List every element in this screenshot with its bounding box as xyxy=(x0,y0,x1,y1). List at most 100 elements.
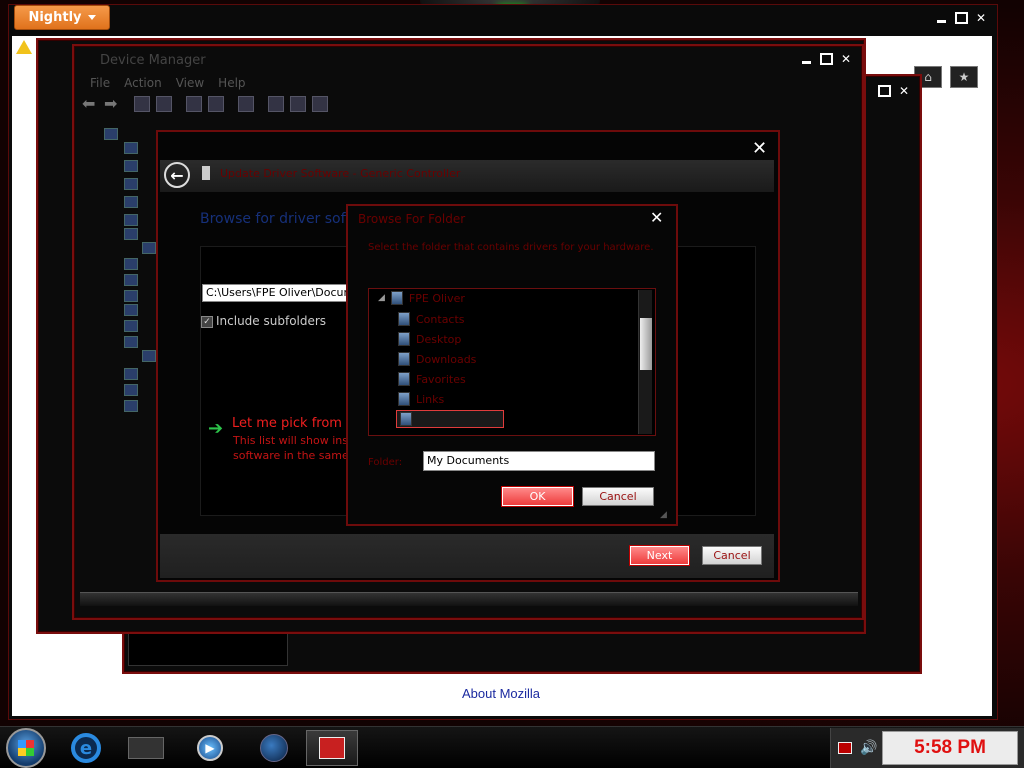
folder-item[interactable]: Links xyxy=(398,391,444,407)
help-icon[interactable] xyxy=(186,96,202,112)
tray-app-icon[interactable] xyxy=(838,742,852,754)
about-mozilla-link[interactable]: About Mozilla xyxy=(462,686,540,701)
taskbar-clock[interactable]: 5:58 PM xyxy=(882,731,1018,765)
volume-icon[interactable]: 🔊 xyxy=(860,740,877,756)
folder-item-label: Downloads xyxy=(416,352,477,366)
folder-item[interactable]: Downloads xyxy=(398,351,476,367)
computer-icon xyxy=(104,128,118,140)
let-me-pick-link[interactable]: Let me pick from xyxy=(232,416,342,431)
device-icon xyxy=(124,258,138,270)
wizard-heading: Browse for driver soft xyxy=(200,211,351,227)
folder-item-selected[interactable] xyxy=(396,410,504,428)
folder-item-label: Links xyxy=(416,392,445,406)
taskbar-internet-explorer[interactable]: e xyxy=(60,730,112,766)
next-button[interactable]: Next xyxy=(629,545,690,566)
cancel-button[interactable]: Cancel xyxy=(582,487,654,506)
folder-field-label: Folder: xyxy=(368,457,403,468)
maximize-icon[interactable] xyxy=(818,52,834,66)
nightly-menu-label: Nightly xyxy=(28,10,82,25)
enable-icon[interactable] xyxy=(312,96,328,112)
browser-toolbar-right: ⌂ ★ xyxy=(914,66,978,88)
folder-item-root[interactable]: ◢ FPE Oliver xyxy=(378,290,465,306)
forward-icon[interactable]: ➡ xyxy=(104,96,120,112)
background-window-controls: ✕ xyxy=(876,84,912,98)
close-icon[interactable]: ✕ xyxy=(650,208,663,227)
close-icon[interactable]: ✕ xyxy=(752,138,767,159)
user-folder-icon xyxy=(390,291,403,305)
device-icon xyxy=(124,178,138,190)
taskbar-explorer[interactable] xyxy=(120,730,172,766)
device-manager-toolbar: ⬅ ➡ xyxy=(82,96,328,112)
cancel-button[interactable]: Cancel xyxy=(702,546,762,565)
list-icon[interactable] xyxy=(156,96,172,112)
wizard-title: Update Driver Software - Generic Control… xyxy=(220,167,461,180)
device-icon xyxy=(202,166,210,180)
back-arrow-icon[interactable]: ← xyxy=(164,162,190,188)
browse-instruction: Select the folder that contains drivers … xyxy=(368,242,654,253)
folder-input[interactable]: My Documents xyxy=(423,451,655,471)
uninstall-icon[interactable] xyxy=(290,96,306,112)
taskbar-device-manager[interactable] xyxy=(306,730,358,766)
close-icon[interactable]: ✕ xyxy=(896,84,912,98)
globe-icon xyxy=(260,734,288,762)
device-icon xyxy=(124,320,138,332)
folder-item[interactable]: Desktop xyxy=(398,331,461,347)
device-icon xyxy=(124,384,138,396)
device-icon xyxy=(124,142,138,154)
back-icon[interactable]: ⬅ xyxy=(82,96,98,112)
close-icon[interactable]: ✕ xyxy=(838,52,854,66)
scrollbar-thumb[interactable] xyxy=(640,318,652,370)
folder-item[interactable]: Favorites xyxy=(398,371,466,387)
folder-item-label: Contacts xyxy=(416,312,465,326)
folder-icon xyxy=(398,392,410,406)
ok-button[interactable]: OK xyxy=(501,486,574,507)
collapse-icon[interactable]: ◢ xyxy=(378,293,385,303)
device-manager-title: Device Manager xyxy=(100,53,206,68)
device-tree xyxy=(80,124,160,424)
description-line: software in the same xyxy=(233,449,349,462)
folder-item-label: Desktop xyxy=(416,332,462,346)
driver-path-input[interactable]: C:\Users\FPE Oliver\Docur xyxy=(202,284,352,302)
menu-view[interactable]: View xyxy=(176,76,204,90)
folder-icon xyxy=(398,372,410,386)
folder-icon xyxy=(128,737,164,759)
device-icon xyxy=(124,368,138,380)
folder-icon xyxy=(398,312,410,326)
device-icon xyxy=(124,214,138,226)
minimize-icon[interactable] xyxy=(798,52,814,66)
maximize-icon[interactable] xyxy=(953,11,969,25)
folder-icon xyxy=(400,412,412,426)
device-icon xyxy=(142,350,156,362)
bookmarks-icon[interactable]: ★ xyxy=(950,66,978,88)
device-icon xyxy=(124,228,138,240)
taskbar-media-player[interactable]: ▶ xyxy=(184,730,236,766)
play-icon: ▶ xyxy=(197,735,223,761)
menu-help[interactable]: Help xyxy=(218,76,245,90)
maximize-icon[interactable] xyxy=(876,84,892,98)
menu-action[interactable]: Action xyxy=(124,76,162,90)
browser-window-controls: ✕ xyxy=(933,11,989,25)
resize-grip-icon[interactable]: ◢ xyxy=(660,510,667,520)
folder-item[interactable]: Contacts xyxy=(398,311,465,327)
include-subfolders-checkbox[interactable]: ✓ xyxy=(201,316,213,328)
warning-icon[interactable] xyxy=(16,40,32,54)
view-icon[interactable] xyxy=(208,96,224,112)
folder-icon xyxy=(398,332,410,346)
minimize-icon[interactable] xyxy=(933,11,949,25)
device-icon xyxy=(124,160,138,172)
description-line: This list will show inst xyxy=(233,434,353,447)
folder-icon xyxy=(398,352,410,366)
include-subfolders-label: Include subfolders xyxy=(216,314,327,328)
close-icon[interactable]: ✕ xyxy=(973,11,989,25)
device-icon xyxy=(124,290,138,302)
properties-icon[interactable] xyxy=(134,96,150,112)
green-arrow-icon[interactable]: ➔ xyxy=(208,418,223,439)
windows-logo-icon xyxy=(18,740,34,756)
internet-explorer-icon: e xyxy=(71,733,101,763)
nightly-menu-button[interactable]: Nightly xyxy=(14,5,110,30)
scan-icon[interactable] xyxy=(238,96,254,112)
toolbox-icon xyxy=(319,737,345,759)
taskbar-browser[interactable] xyxy=(248,730,300,766)
menu-file[interactable]: File xyxy=(90,76,110,90)
update-driver-icon[interactable] xyxy=(268,96,284,112)
